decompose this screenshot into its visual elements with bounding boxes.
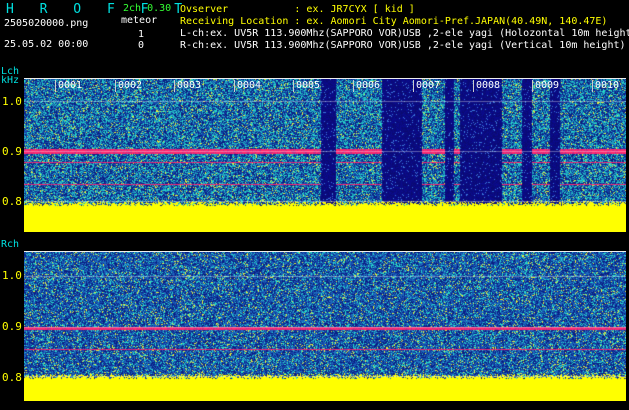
rch-info-line: R-ch:ex. UV5R 113.900Mhz(SAPPORO VOR)USB… — [180, 40, 626, 51]
lch-info-line: L-ch:ex. UV5R 113.900Mhz(SAPPORO VOR)USB… — [180, 28, 629, 39]
lch-ytick-1-0: 1.0 — [2, 95, 22, 108]
observer-line: Ovserver : ex. JR7CYX [ kid ] — [180, 4, 415, 15]
lch-ytick-0-9: 0.9 — [2, 145, 22, 158]
minute-tick-line — [115, 80, 116, 92]
minute-tick-label: 0002 — [118, 80, 143, 91]
khz-label: kHz — [1, 75, 20, 86]
minute-tick-label: 0003 — [177, 80, 202, 91]
minute-tick-line — [592, 80, 593, 92]
rch-label: Rch — [1, 239, 20, 250]
rch-ytick-0-9: 0.9 — [2, 320, 22, 333]
minute-tick-line — [413, 80, 414, 92]
timestamp: 25.05.02 00:00 — [4, 39, 89, 50]
rch-spectrogram — [24, 252, 626, 401]
minute-tick-line — [532, 80, 533, 92]
minute-tick-label: 0007 — [416, 80, 441, 91]
rch-ytick-1-0: 1.0 — [2, 269, 22, 282]
lch-spectrogram — [24, 79, 626, 232]
minute-tick-label: 0008 — [476, 80, 501, 91]
minute-tick-label: 0009 — [535, 80, 560, 91]
minute-tick-label: 0010 — [595, 80, 620, 91]
location-line: Receiving Location : ex. Aomori City Aom… — [180, 16, 608, 27]
minute-tick-label: 0006 — [356, 80, 381, 91]
count-lch: 1 — [138, 29, 145, 40]
minute-tick-label: 0005 — [296, 80, 321, 91]
minute-tick-line — [353, 80, 354, 92]
minute-tick-line — [234, 80, 235, 92]
minute-tick-label: 0001 — [58, 80, 83, 91]
minute-tick-label: 0004 — [237, 80, 262, 91]
detection-kind: meteor — [121, 15, 158, 26]
minute-tick-line — [293, 80, 294, 92]
minute-tick-line — [473, 80, 474, 92]
rch-ytick-0-8: 0.8 — [2, 371, 22, 384]
count-rch: 0 — [138, 40, 145, 51]
lch-ytick-0-8: 0.8 — [2, 195, 22, 208]
minute-tick-line — [174, 80, 175, 92]
minute-tick-line — [55, 80, 56, 92]
mode-label: 2ch 0.30 — [123, 3, 172, 14]
file-name: 2505020000.png — [4, 18, 89, 29]
